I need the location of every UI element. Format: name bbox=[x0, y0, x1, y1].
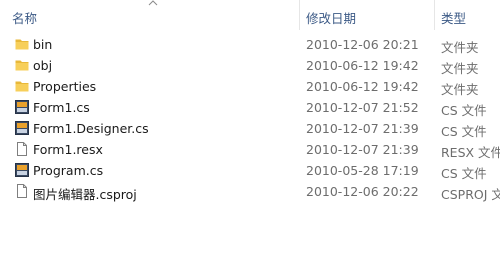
file-row-bin[interactable]: bin 2010-12-06 20:21 文件夹 bbox=[0, 34, 500, 55]
file-type: CS 文件 bbox=[441, 166, 487, 181]
file-type: CSPROJ 文 bbox=[441, 187, 500, 202]
file-type: CS 文件 bbox=[441, 103, 487, 118]
cs-file-icon bbox=[15, 163, 29, 177]
file-list: bin 2010-12-06 20:21 文件夹 obj 2010-06-12 … bbox=[0, 34, 500, 202]
file-name: bin bbox=[33, 37, 53, 52]
file-date: 2010-12-06 20:22 bbox=[306, 184, 419, 199]
file-date: 2010-12-07 21:52 bbox=[306, 100, 419, 115]
file-row-program-cs[interactable]: Program.cs 2010-05-28 17:19 CS 文件 bbox=[0, 160, 500, 181]
file-date: 2010-06-12 19:42 bbox=[306, 79, 419, 94]
blank-file-icon bbox=[17, 142, 27, 156]
file-date: 2010-12-06 20:21 bbox=[306, 37, 419, 52]
file-date: 2010-05-28 17:19 bbox=[306, 163, 419, 178]
column-header-type[interactable]: 类型 bbox=[441, 8, 466, 27]
file-row-form1-designer-cs[interactable]: Form1.Designer.cs 2010-12-07 21:39 CS 文件 bbox=[0, 118, 500, 139]
column-header: 名称 修改日期 类型 bbox=[0, 0, 500, 30]
file-date: 2010-12-07 21:39 bbox=[306, 142, 419, 157]
file-row-csproj[interactable]: 图片编辑器.csproj 2010-12-06 20:22 CSPROJ 文 bbox=[0, 181, 500, 202]
file-row-properties[interactable]: Properties 2010-06-12 19:42 文件夹 bbox=[0, 76, 500, 97]
folder-icon bbox=[15, 60, 29, 71]
sort-ascending-icon bbox=[148, 0, 158, 6]
folder-icon bbox=[15, 39, 29, 50]
folder-icon bbox=[15, 81, 29, 92]
file-type: 文件夹 bbox=[441, 82, 479, 97]
file-name: 图片编辑器.csproj bbox=[33, 187, 137, 202]
cs-file-icon bbox=[15, 121, 29, 135]
file-row-form1-cs[interactable]: Form1.cs 2010-12-07 21:52 CS 文件 bbox=[0, 97, 500, 118]
file-name: obj bbox=[33, 58, 53, 73]
file-type: CS 文件 bbox=[441, 124, 487, 139]
file-name: Form1.resx bbox=[33, 142, 103, 157]
file-type: 文件夹 bbox=[441, 40, 479, 55]
column-divider[interactable] bbox=[299, 0, 300, 30]
file-date: 2010-06-12 19:42 bbox=[306, 58, 419, 73]
blank-file-icon bbox=[17, 184, 27, 198]
file-type: 文件夹 bbox=[441, 61, 479, 76]
file-row-obj[interactable]: obj 2010-06-12 19:42 文件夹 bbox=[0, 55, 500, 76]
column-divider[interactable] bbox=[434, 0, 435, 30]
file-row-form1-resx[interactable]: Form1.resx 2010-12-07 21:39 RESX 文件 bbox=[0, 139, 500, 160]
file-name: Properties bbox=[33, 79, 97, 94]
file-name: Form1.Designer.cs bbox=[33, 121, 149, 136]
file-name: Program.cs bbox=[33, 163, 104, 178]
file-date: 2010-12-07 21:39 bbox=[306, 121, 419, 136]
cs-file-icon bbox=[15, 100, 29, 114]
column-header-date[interactable]: 修改日期 bbox=[306, 8, 356, 27]
column-header-name[interactable]: 名称 bbox=[12, 8, 37, 27]
file-name: Form1.cs bbox=[33, 100, 90, 115]
file-type: RESX 文件 bbox=[441, 145, 500, 160]
